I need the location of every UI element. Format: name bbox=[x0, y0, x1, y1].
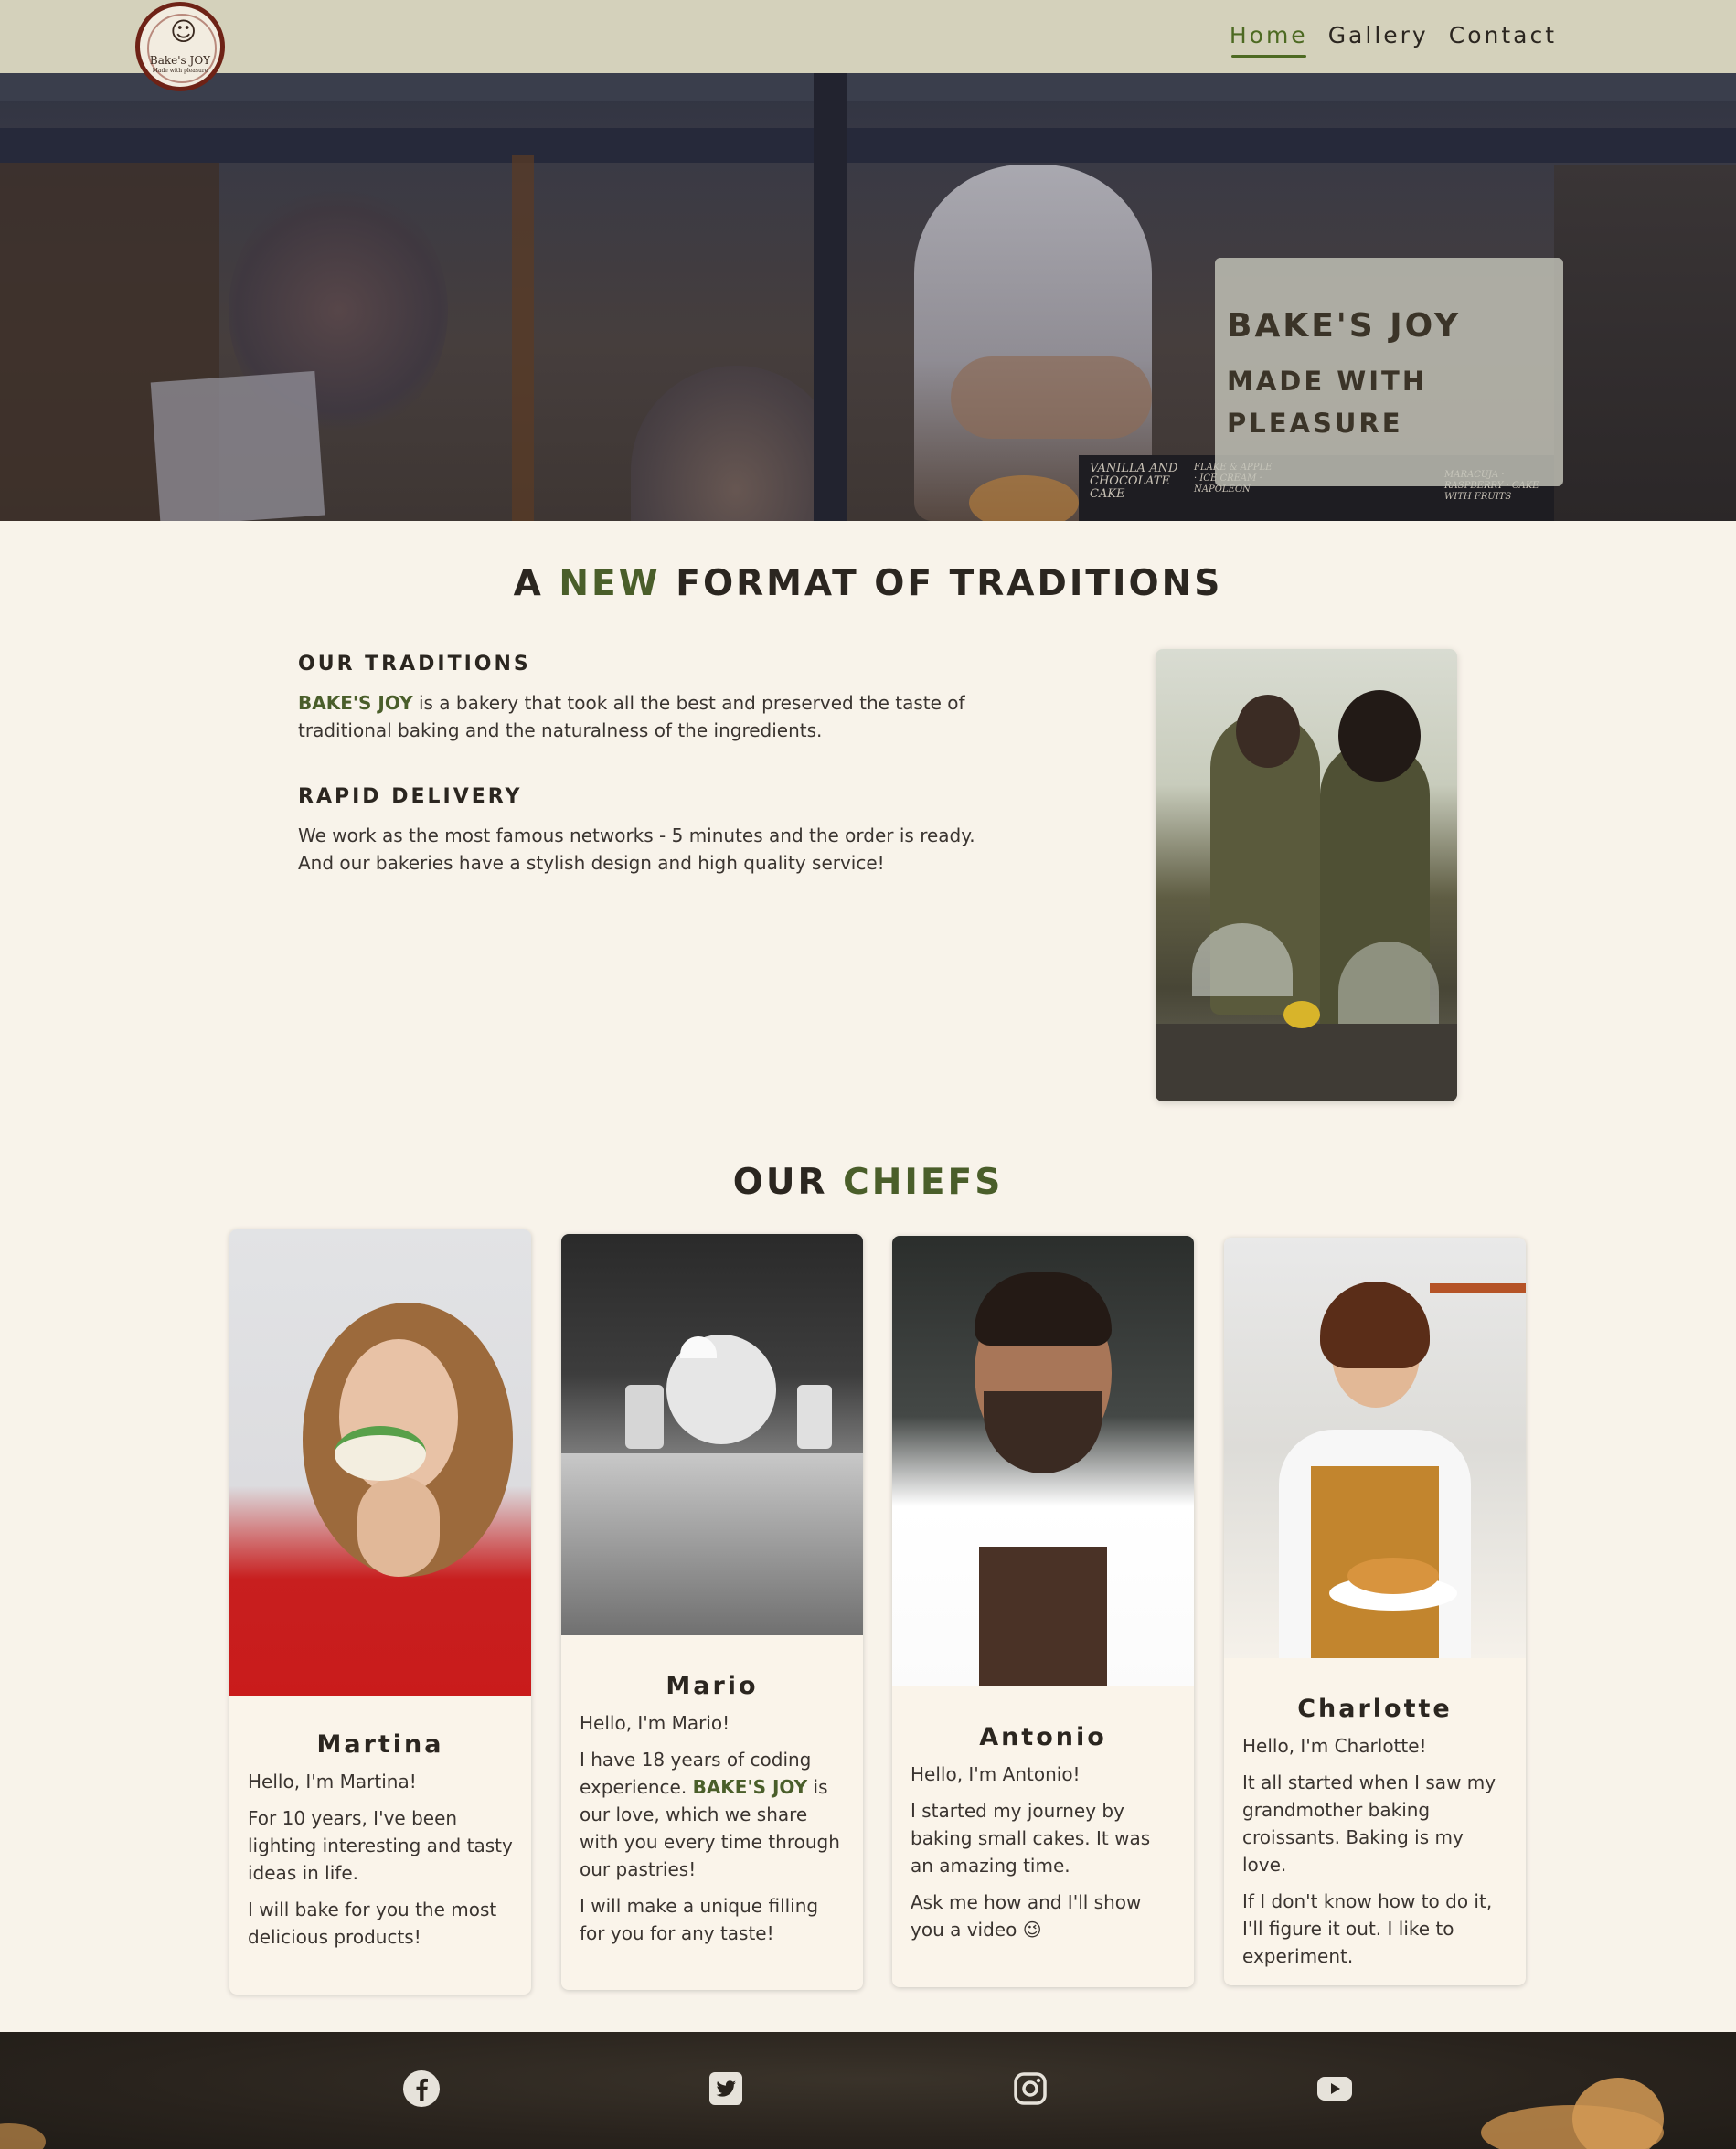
chef-bio-line: It all started when I saw my grandmother… bbox=[1242, 1771, 1496, 1876]
hero-window-beam bbox=[0, 128, 1736, 163]
chef-hair bbox=[975, 1272, 1112, 1346]
hero-subtitle: MADE WITH PLEASURE bbox=[1227, 366, 1428, 439]
instagram-icon[interactable] bbox=[1010, 2069, 1050, 2109]
our-traditions-heading: OUR TRADITIONS bbox=[298, 653, 531, 676]
donut bbox=[335, 1426, 426, 1481]
display-case bbox=[561, 1453, 863, 1635]
site-header: ☺ Bake's JOY Made with pleasure Home Gal… bbox=[0, 0, 1736, 91]
chiefs-title: OUR CHIEFS bbox=[0, 1162, 1736, 1203]
twitter-icon[interactable] bbox=[706, 2069, 746, 2109]
chef-photo-mario bbox=[561, 1234, 863, 1635]
chef-card-antonio: Antonio Hello, I'm Antonio! I started my… bbox=[892, 1236, 1194, 1987]
rapid-delivery-heading: RAPID DELIVERY bbox=[298, 785, 523, 808]
hero-title: BAKE'S JOY bbox=[1227, 307, 1462, 345]
chef-name: Mario bbox=[666, 1672, 759, 1700]
table bbox=[1156, 1024, 1457, 1101]
hero-window-post bbox=[814, 73, 847, 521]
chef-bio-line: I will bake for you the most delicious p… bbox=[248, 1899, 497, 1948]
croissant bbox=[1347, 1558, 1439, 1594]
smiley-icon: ☺ bbox=[170, 16, 197, 47]
chef-name: Antonio bbox=[979, 1723, 1107, 1751]
nav-gallery[interactable]: Gallery bbox=[1328, 22, 1429, 48]
logo-name: Bake's JOY bbox=[149, 54, 211, 67]
chef-bio-line: I have 18 years of coding experience. BA… bbox=[580, 1746, 845, 1883]
chef-bio-line: Ask me how and I'll show you a video 😉 bbox=[911, 1891, 1142, 1941]
chef-name: Charlotte bbox=[1297, 1695, 1453, 1723]
chef-bio-line: Hello, I'm Mario! bbox=[580, 1712, 730, 1734]
chef-bio: Hello, I'm Martina! For 10 years, I've b… bbox=[229, 1768, 531, 1951]
glass-jar bbox=[625, 1385, 664, 1449]
youtube-icon[interactable] bbox=[1315, 2069, 1355, 2109]
hero-note-paper bbox=[150, 370, 325, 521]
nav-home[interactable]: Home bbox=[1230, 22, 1308, 58]
chef-hand bbox=[357, 1476, 440, 1577]
chef-photo-charlotte bbox=[1224, 1238, 1526, 1658]
logo-tagline: Made with pleasure bbox=[152, 68, 208, 74]
kitchen-shelf bbox=[1430, 1283, 1526, 1293]
chef-apron bbox=[979, 1547, 1107, 1686]
chalkboard-text-1: VANILLA AND CHOCOLATE CAKE bbox=[1090, 462, 1178, 501]
chef-hair bbox=[1320, 1282, 1430, 1368]
chef-bio: Hello, I'm Antonio! I started my journey… bbox=[892, 1761, 1194, 1943]
chiefs-title-accent: CHIEFS bbox=[843, 1162, 1004, 1203]
chef-bio-line: I will make a unique filling for you for… bbox=[580, 1895, 819, 1944]
chef-card-mario: Mario Hello, I'm Mario! I have 18 years … bbox=[561, 1234, 863, 1990]
chef-bio: Hello, I'm Charlotte! It all started whe… bbox=[1224, 1732, 1526, 1970]
site-footer bbox=[0, 2032, 1736, 2149]
main-nav: Home Gallery Contact bbox=[1230, 22, 1557, 58]
brand-name: BAKE'S JOY bbox=[298, 692, 413, 714]
traditions-title: A NEW FORMAT OF TRADITIONS bbox=[0, 563, 1736, 604]
our-traditions-text: BAKE'S JOY is a bakery that took all the… bbox=[298, 689, 993, 744]
traditions-title-pre: A bbox=[513, 563, 544, 604]
traditions-title-accent: NEW bbox=[559, 563, 661, 604]
hero-baker-arm bbox=[951, 356, 1152, 439]
traditions-title-post: FORMAT OF TRADITIONS bbox=[676, 563, 1223, 604]
chef-bio-line: Hello, I'm Antonio! bbox=[911, 1763, 1081, 1785]
chef-name: Martina bbox=[316, 1730, 444, 1759]
hero-cake-dome bbox=[631, 366, 841, 521]
chef-bio-line: Hello, I'm Martina! bbox=[248, 1771, 417, 1793]
footer-bread-decor bbox=[1572, 2078, 1664, 2149]
chef-photo-antonio bbox=[892, 1236, 1194, 1686]
baker-head-2 bbox=[1338, 690, 1421, 782]
rapid-delivery-text: We work as the most famous networks - 5 … bbox=[298, 824, 975, 874]
hero-title-box: BAKE'S JOY MADE WITH PLEASURE bbox=[1215, 258, 1563, 486]
chef-bio-line: If I don't know how to do it, I'll figur… bbox=[1242, 1890, 1493, 1967]
brand-name: BAKE'S JOY bbox=[692, 1776, 808, 1798]
chef-card-charlotte: Charlotte Hello, I'm Charlotte! It all s… bbox=[1224, 1238, 1526, 1985]
lemon bbox=[1283, 1001, 1320, 1028]
chef-photo-martina bbox=[229, 1229, 531, 1696]
hero-wood-post bbox=[512, 155, 534, 521]
nav-contact[interactable]: Contact bbox=[1449, 22, 1557, 48]
hero-window-frame bbox=[0, 73, 1736, 101]
bakers-photo bbox=[1156, 649, 1457, 1101]
chef-card-martina: Martina Hello, I'm Martina! For 10 years… bbox=[229, 1229, 531, 1995]
chef-bio-line: I started my journey by baking small cak… bbox=[911, 1800, 1151, 1877]
chef-bio-line: For 10 years, I've been lighting interes… bbox=[248, 1807, 513, 1884]
chiefs-title-pre: OUR bbox=[732, 1162, 828, 1203]
bakes-joy-logo[interactable]: ☺ Bake's JOY Made with pleasure bbox=[135, 2, 225, 91]
baker-head-1 bbox=[1236, 695, 1300, 768]
glass-jar bbox=[797, 1385, 832, 1449]
chef-bio: Hello, I'm Mario! I have 18 years of cod… bbox=[561, 1709, 863, 1947]
chef-beard bbox=[984, 1391, 1102, 1473]
facebook-icon[interactable] bbox=[401, 2069, 442, 2109]
chef-bio-line: Hello, I'm Charlotte! bbox=[1242, 1735, 1427, 1757]
hero-shelf bbox=[1554, 165, 1736, 521]
footer-bread-decor bbox=[0, 2123, 46, 2149]
